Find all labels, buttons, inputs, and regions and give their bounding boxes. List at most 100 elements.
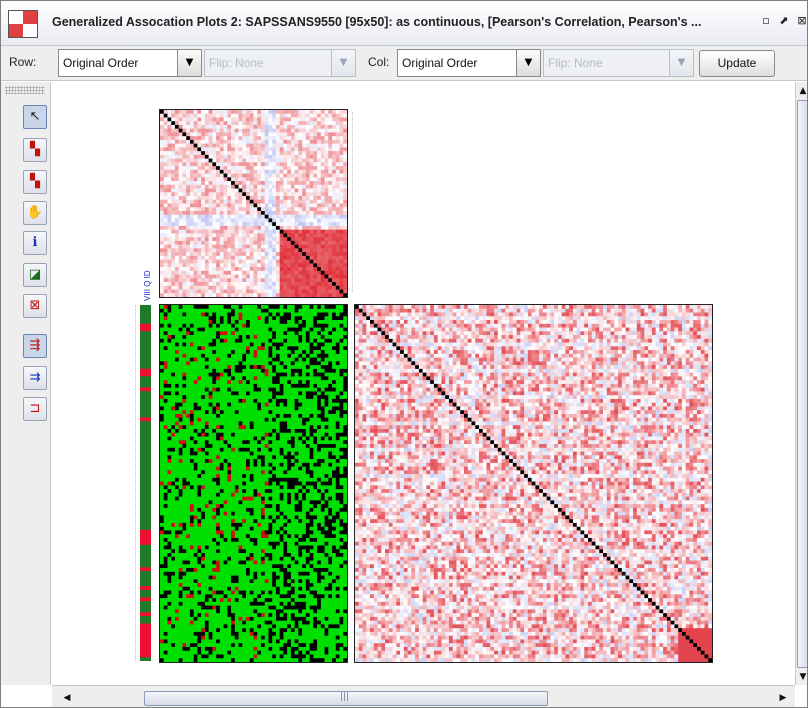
col-order-select[interactable]: Original Order ▼: [397, 49, 541, 77]
data-cell: [227, 474, 232, 479]
sidebar-cell: [140, 364, 151, 370]
chevron-down-icon[interactable]: ▼: [177, 50, 201, 76]
data-cell: [264, 444, 269, 449]
update-button[interactable]: Update: [699, 50, 775, 77]
matrix-cell: [294, 128, 299, 133]
pointer-icon[interactable]: ↖: [23, 105, 47, 129]
matrix-cell: [238, 196, 243, 201]
data-cell: [309, 455, 314, 460]
matrix-cell: [171, 110, 176, 115]
data-cell: [332, 410, 337, 415]
matrix-cell: [283, 259, 288, 264]
data-cell: [279, 372, 284, 377]
matrix-cell: [335, 225, 340, 230]
side-axis-label: VIII Q ID: [143, 270, 152, 301]
matrix-cell: [160, 278, 165, 283]
data-cell: [160, 312, 165, 317]
data-cell: [320, 357, 325, 362]
matrix-cell: [163, 255, 168, 260]
split-icon[interactable]: ⊐: [23, 397, 47, 421]
matrix-cell: [234, 147, 239, 152]
matrix-cell: [249, 289, 254, 294]
data-cell: [343, 466, 347, 471]
data-cell: [283, 383, 288, 388]
data-cell: [178, 406, 183, 411]
gap-canvas[interactable]: VIII Q ID: [52, 82, 795, 685]
title-bar[interactable]: Generalized Assocation Plots 2: SAPSSANS…: [1, 1, 807, 46]
matrix-cell: [216, 282, 221, 287]
data-cell: [279, 335, 284, 340]
data-cell: [231, 350, 236, 355]
clear-selection-icon[interactable]: ⊠: [23, 294, 47, 318]
data-cell: [275, 338, 280, 343]
sort-columns-icon[interactable]: ⇉: [23, 366, 47, 390]
matrix-cell: [201, 113, 206, 118]
matrix-cell: [320, 259, 325, 264]
data-cell: [171, 410, 176, 415]
data-cell: [328, 425, 333, 430]
matrix-cell: [231, 113, 236, 118]
matrix-cell: [335, 259, 340, 264]
palette-grip[interactable]: [5, 86, 45, 94]
maximize-icon[interactable]: ⬈: [777, 14, 791, 28]
matrix-cell: [174, 229, 179, 234]
column-proximity-icon[interactable]: ▚: [23, 170, 47, 194]
data-cell: [171, 429, 176, 434]
data-cell: [279, 365, 284, 370]
row-sidebar[interactable]: [140, 305, 151, 661]
sort-rows-icon[interactable]: ⇶: [23, 334, 47, 358]
data-matrix[interactable]: [159, 304, 348, 663]
hand-pan-icon[interactable]: ✋: [23, 201, 47, 225]
matrix-cell: [208, 255, 213, 260]
matrix-cell: [279, 136, 284, 141]
chevron-down-icon[interactable]: ▼: [516, 50, 540, 76]
matrix-cell: [335, 169, 340, 174]
matrix-cell: [298, 154, 303, 159]
matrix-cell: [171, 282, 176, 287]
matrix-cell: [317, 192, 322, 197]
matrix-cell: [201, 210, 206, 216]
matrix-cell: [174, 151, 179, 156]
data-cell: [298, 462, 303, 467]
close-icon[interactable]: ⊠: [795, 14, 807, 28]
matrix-cell: [290, 263, 295, 268]
data-cell: [219, 323, 224, 328]
matrix-cell: [249, 259, 254, 264]
matrix-cell: [160, 188, 165, 193]
select-region-icon[interactable]: ◪: [23, 263, 47, 287]
data-cell: [249, 323, 254, 328]
matrix-cell: [328, 154, 333, 159]
info-icon[interactable]: ℹ: [23, 231, 47, 255]
minimize-icon[interactable]: ▫: [759, 14, 773, 28]
matrix-cell: [178, 181, 183, 186]
row-label: Row:: [9, 55, 37, 69]
matrix-cell: [227, 166, 232, 171]
data-cell: [298, 436, 303, 441]
data-cell: [309, 402, 314, 407]
row-proximity-icon[interactable]: ▚: [23, 138, 47, 162]
matrix-cell: [309, 136, 314, 141]
data-cell: [163, 406, 168, 411]
matrix-cell: [182, 244, 187, 249]
matrix-cell: [268, 177, 273, 182]
data-cell: [328, 342, 333, 347]
column-proximity-matrix[interactable]: [159, 109, 348, 298]
data-cell: [294, 335, 299, 340]
matrix-cell: [332, 270, 337, 275]
matrix-cell: [216, 121, 221, 126]
data-cell: [227, 410, 232, 415]
data-cell: [219, 459, 224, 464]
data-cell: [219, 387, 224, 392]
data-cell: [320, 398, 325, 404]
matrix-cell: [242, 199, 247, 204]
matrix-cell: [163, 229, 168, 234]
data-cell: [313, 380, 318, 385]
matrix-cell: [204, 177, 209, 182]
data-cell: [290, 398, 295, 404]
row-order-select[interactable]: Original Order ▼: [58, 49, 202, 77]
matrix-cell: [246, 124, 251, 129]
matrix-cell: [279, 192, 284, 197]
data-cell: [287, 455, 292, 460]
data-cell: [234, 470, 239, 475]
matrix-cell: [290, 154, 295, 159]
